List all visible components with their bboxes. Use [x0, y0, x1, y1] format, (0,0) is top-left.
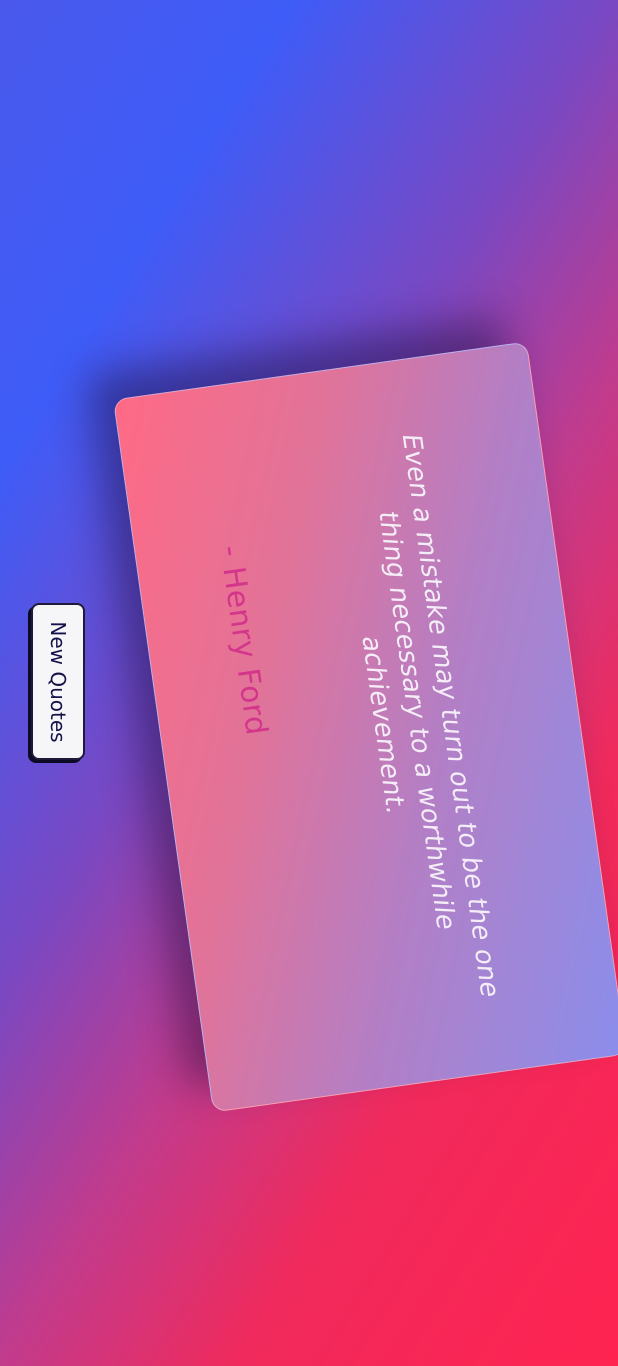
- quote-card: Even a mistake may turn out to be the on…: [112, 341, 618, 1113]
- app-background: Even a mistake may turn out to be the on…: [0, 0, 618, 1366]
- quote-author: - Henry Ford: [212, 543, 274, 738]
- quote-text: Even a mistake may turn out to be the on…: [355, 432, 505, 1000]
- new-quotes-button[interactable]: New Quotes: [31, 603, 85, 760]
- new-quotes-label: New Quotes: [46, 620, 70, 743]
